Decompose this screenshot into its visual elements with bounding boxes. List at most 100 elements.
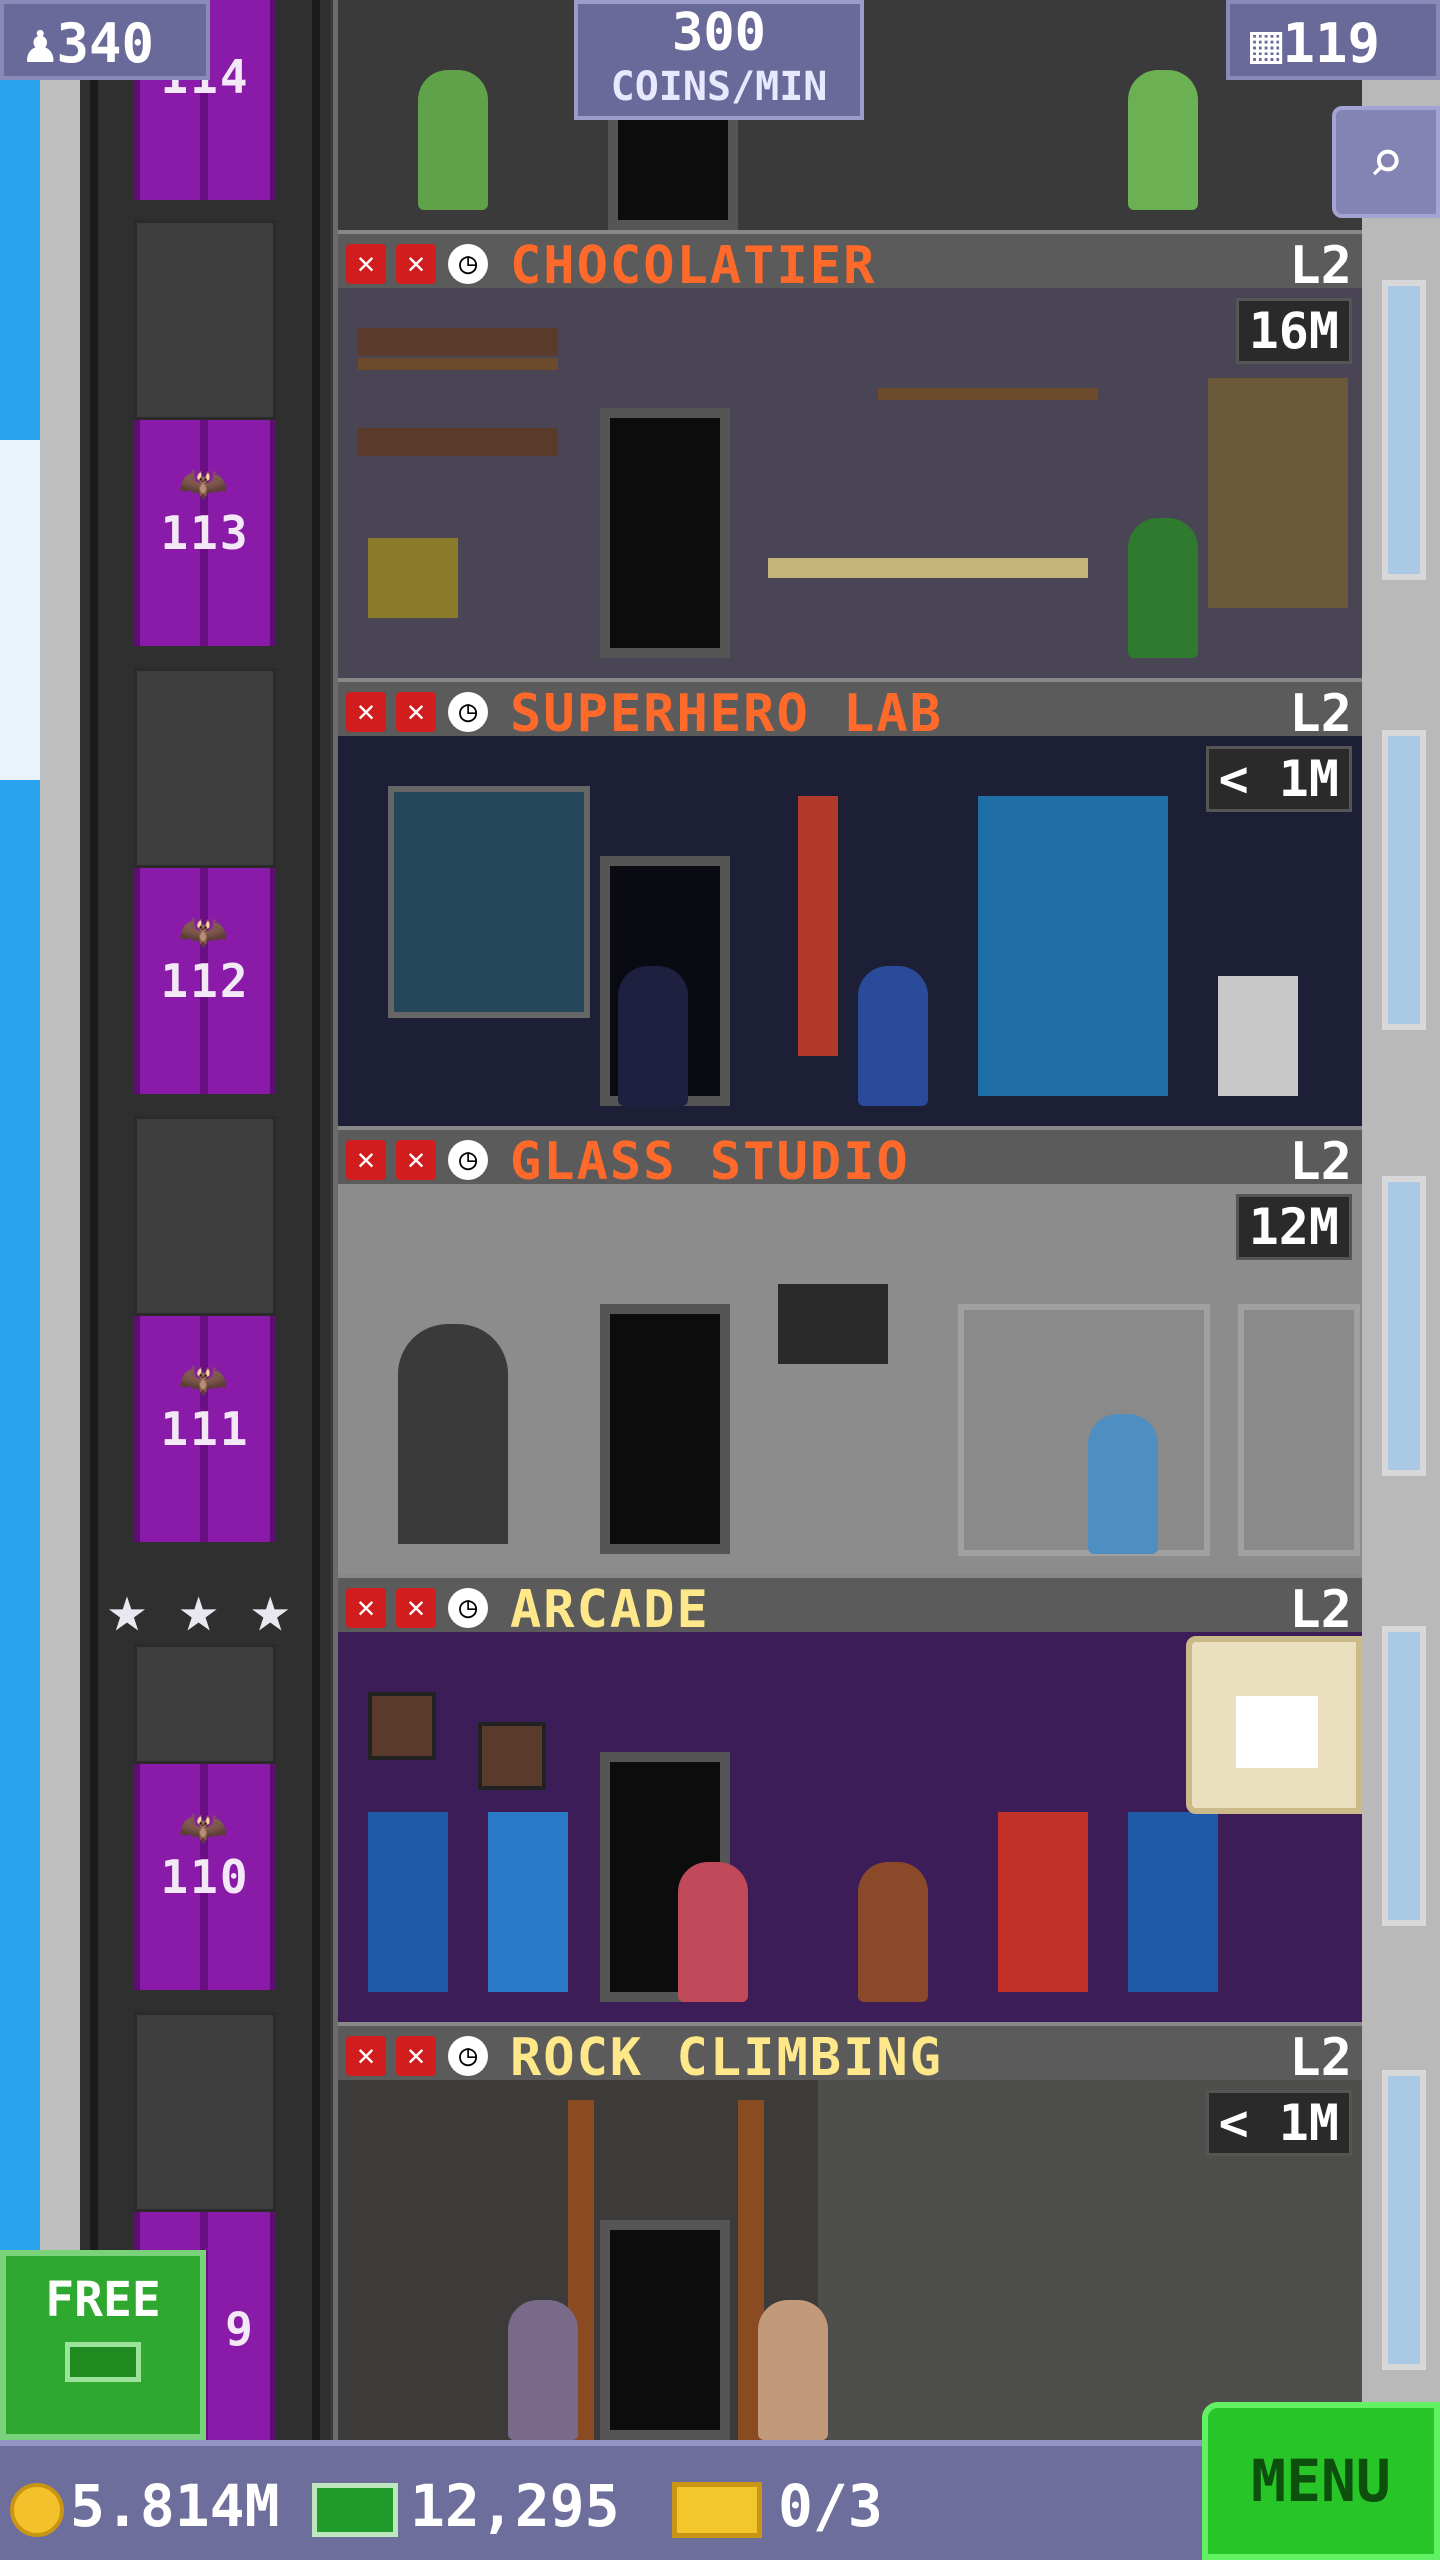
shaft-wall	[134, 1644, 276, 1764]
clock-icon: ◷	[448, 2036, 488, 2076]
resident[interactable]	[758, 2300, 828, 2440]
shaft-wall	[134, 1116, 276, 1316]
floor-superhero-lab[interactable]: ✕ ✕ ◷ SUPERHERO LAB L2 < 1M	[338, 678, 1362, 1126]
floor-banner: ✕ ✕ ◷ ARCADE L2	[338, 1574, 1362, 1640]
bat-icon: 🦇	[178, 1357, 228, 1403]
tower-window	[1382, 1626, 1426, 1926]
elevator-floor-number: 110	[160, 1850, 250, 1904]
shaft-wall	[134, 2012, 276, 2212]
clock-icon: ◷	[448, 1588, 488, 1628]
floor-banner: ✕ ✕ ◷ CHOCOLATIER L2	[338, 230, 1362, 296]
shaft-wall	[134, 668, 276, 868]
clock-icon: ◷	[448, 244, 488, 284]
chest-icon	[1236, 1696, 1318, 1768]
elevator-floor-number: 112	[160, 954, 250, 1008]
resident[interactable]	[508, 2300, 578, 2440]
coins-rate-unit: COINS/MIN	[610, 64, 828, 110]
coin-icon	[10, 2482, 64, 2537]
stock-timer: 12M	[1235, 1194, 1352, 1260]
clock-icon: ◷	[448, 692, 488, 732]
clock-icon: ◷	[448, 1140, 488, 1180]
free-label: FREE	[45, 2272, 161, 2328]
not-stocked-icon: ✕	[396, 692, 436, 732]
floor-level: L2	[1289, 684, 1352, 744]
resident[interactable]	[418, 70, 488, 210]
not-stocked-icon: ✕	[396, 1140, 436, 1180]
shaft-wall	[134, 220, 276, 420]
menu-button[interactable]: MENU	[1202, 2402, 1440, 2560]
stock-timer: 16M	[1235, 298, 1352, 364]
tower-window	[1382, 280, 1426, 580]
floors-counter[interactable]: ▦119	[1226, 0, 1440, 80]
floor-name: GLASS STUDIO	[510, 1132, 910, 1192]
floor-banner: ✕ ✕ ◷ GLASS STUDIO L2	[338, 1126, 1362, 1192]
floor-door	[600, 408, 730, 658]
coins-rate-value: 300	[672, 3, 766, 63]
floors-count-value: 119	[1282, 12, 1381, 75]
floor-chocolatier[interactable]: ✕ ✕ ◷ CHOCOLATIER L2 16M	[338, 230, 1362, 678]
floor-door	[600, 2220, 730, 2440]
tickets-value: 0/3	[778, 2472, 883, 2540]
coins-display[interactable]: 5.814M	[10, 2466, 280, 2546]
resident[interactable]	[1128, 70, 1198, 210]
resident[interactable]	[1088, 1414, 1158, 1554]
star-icon: ★	[107, 1570, 147, 1647]
search-button[interactable]: ⌕	[1332, 106, 1440, 218]
elevator-car[interactable]: 🦇 112	[134, 868, 276, 1094]
elevator-floor-number: 9	[225, 2302, 255, 2356]
resident[interactable]	[1128, 518, 1198, 658]
not-stocked-icon: ✕	[396, 2036, 436, 2076]
floor-level: L2	[1289, 1132, 1352, 1192]
room-interior	[338, 288, 1362, 678]
not-stocked-icon: ✕	[396, 1588, 436, 1628]
coins-value: 5.814M	[70, 2472, 280, 2540]
not-stocked-icon: ✕	[346, 244, 386, 284]
population-value: 340	[56, 12, 155, 75]
resident[interactable]	[858, 966, 928, 1106]
floor-name: SUPERHERO LAB	[510, 684, 943, 744]
tower-window	[1382, 2070, 1426, 2370]
floor-banner: ✕ ✕ ◷ SUPERHERO LAB L2	[338, 678, 1362, 744]
floor-glass-studio[interactable]: ✕ ✕ ◷ GLASS STUDIO L2 12M	[338, 1126, 1362, 1574]
floor-stars: ★ ★ ★	[96, 1570, 301, 1647]
resident[interactable]	[858, 1862, 928, 2002]
elevator-segment: 🦇 112	[100, 668, 310, 1116]
floor-rock-climbing[interactable]: ✕ ✕ ◷ ROCK CLIMBING L2 < 1M	[338, 2022, 1362, 2440]
elevator-car[interactable]: 🦇 110	[134, 1764, 276, 1990]
chest-button[interactable]	[1186, 1636, 1362, 1814]
not-stocked-icon: ✕	[346, 1588, 386, 1628]
coins-rate-display: 300 COINS/MIN	[574, 0, 864, 120]
room-interior	[338, 1184, 1362, 1574]
free-bux-button[interactable]: FREE	[0, 2250, 206, 2440]
elevator-car[interactable]: 🦇 113	[134, 420, 276, 646]
resident[interactable]	[618, 966, 688, 1106]
stock-timer: < 1M	[1205, 746, 1352, 812]
bat-icon: 🦇	[178, 909, 228, 955]
floor-door	[600, 1304, 730, 1554]
floor-name: CHOCOLATIER	[510, 236, 877, 296]
bat-icon: 🦇	[178, 1805, 228, 1851]
floor-name: ROCK CLIMBING	[510, 2028, 943, 2088]
sky	[0, 0, 40, 2560]
elevator-car[interactable]: 🦇 111	[134, 1316, 276, 1542]
tickets-display[interactable]: 0/3	[672, 2466, 883, 2546]
ticket-icon	[672, 2481, 762, 2538]
bux-value: 12,295	[410, 2472, 620, 2540]
floor-banner: ✕ ✕ ◷ ROCK CLIMBING L2	[338, 2022, 1362, 2088]
cloud	[0, 440, 40, 780]
bat-icon: 🦇	[178, 461, 228, 507]
population-counter[interactable]: ♟340	[0, 0, 210, 80]
resident[interactable]	[678, 1862, 748, 2002]
magnifier-icon: ⌕	[1367, 127, 1405, 197]
elevator-floor-number: 111	[160, 1402, 250, 1456]
not-stocked-icon: ✕	[396, 244, 436, 284]
star-icon: ★	[178, 1570, 219, 1647]
not-stocked-icon: ✕	[346, 1140, 386, 1180]
elevator-segment: 🦇 111	[100, 1116, 310, 1564]
tower-window	[1382, 730, 1426, 1030]
floor-level: L2	[1289, 236, 1352, 296]
stock-timer: < 1M	[1205, 2090, 1352, 2156]
building-icon: ▦	[1250, 12, 1283, 75]
not-stocked-icon: ✕	[346, 2036, 386, 2076]
bux-display[interactable]: 12,295	[312, 2466, 620, 2546]
